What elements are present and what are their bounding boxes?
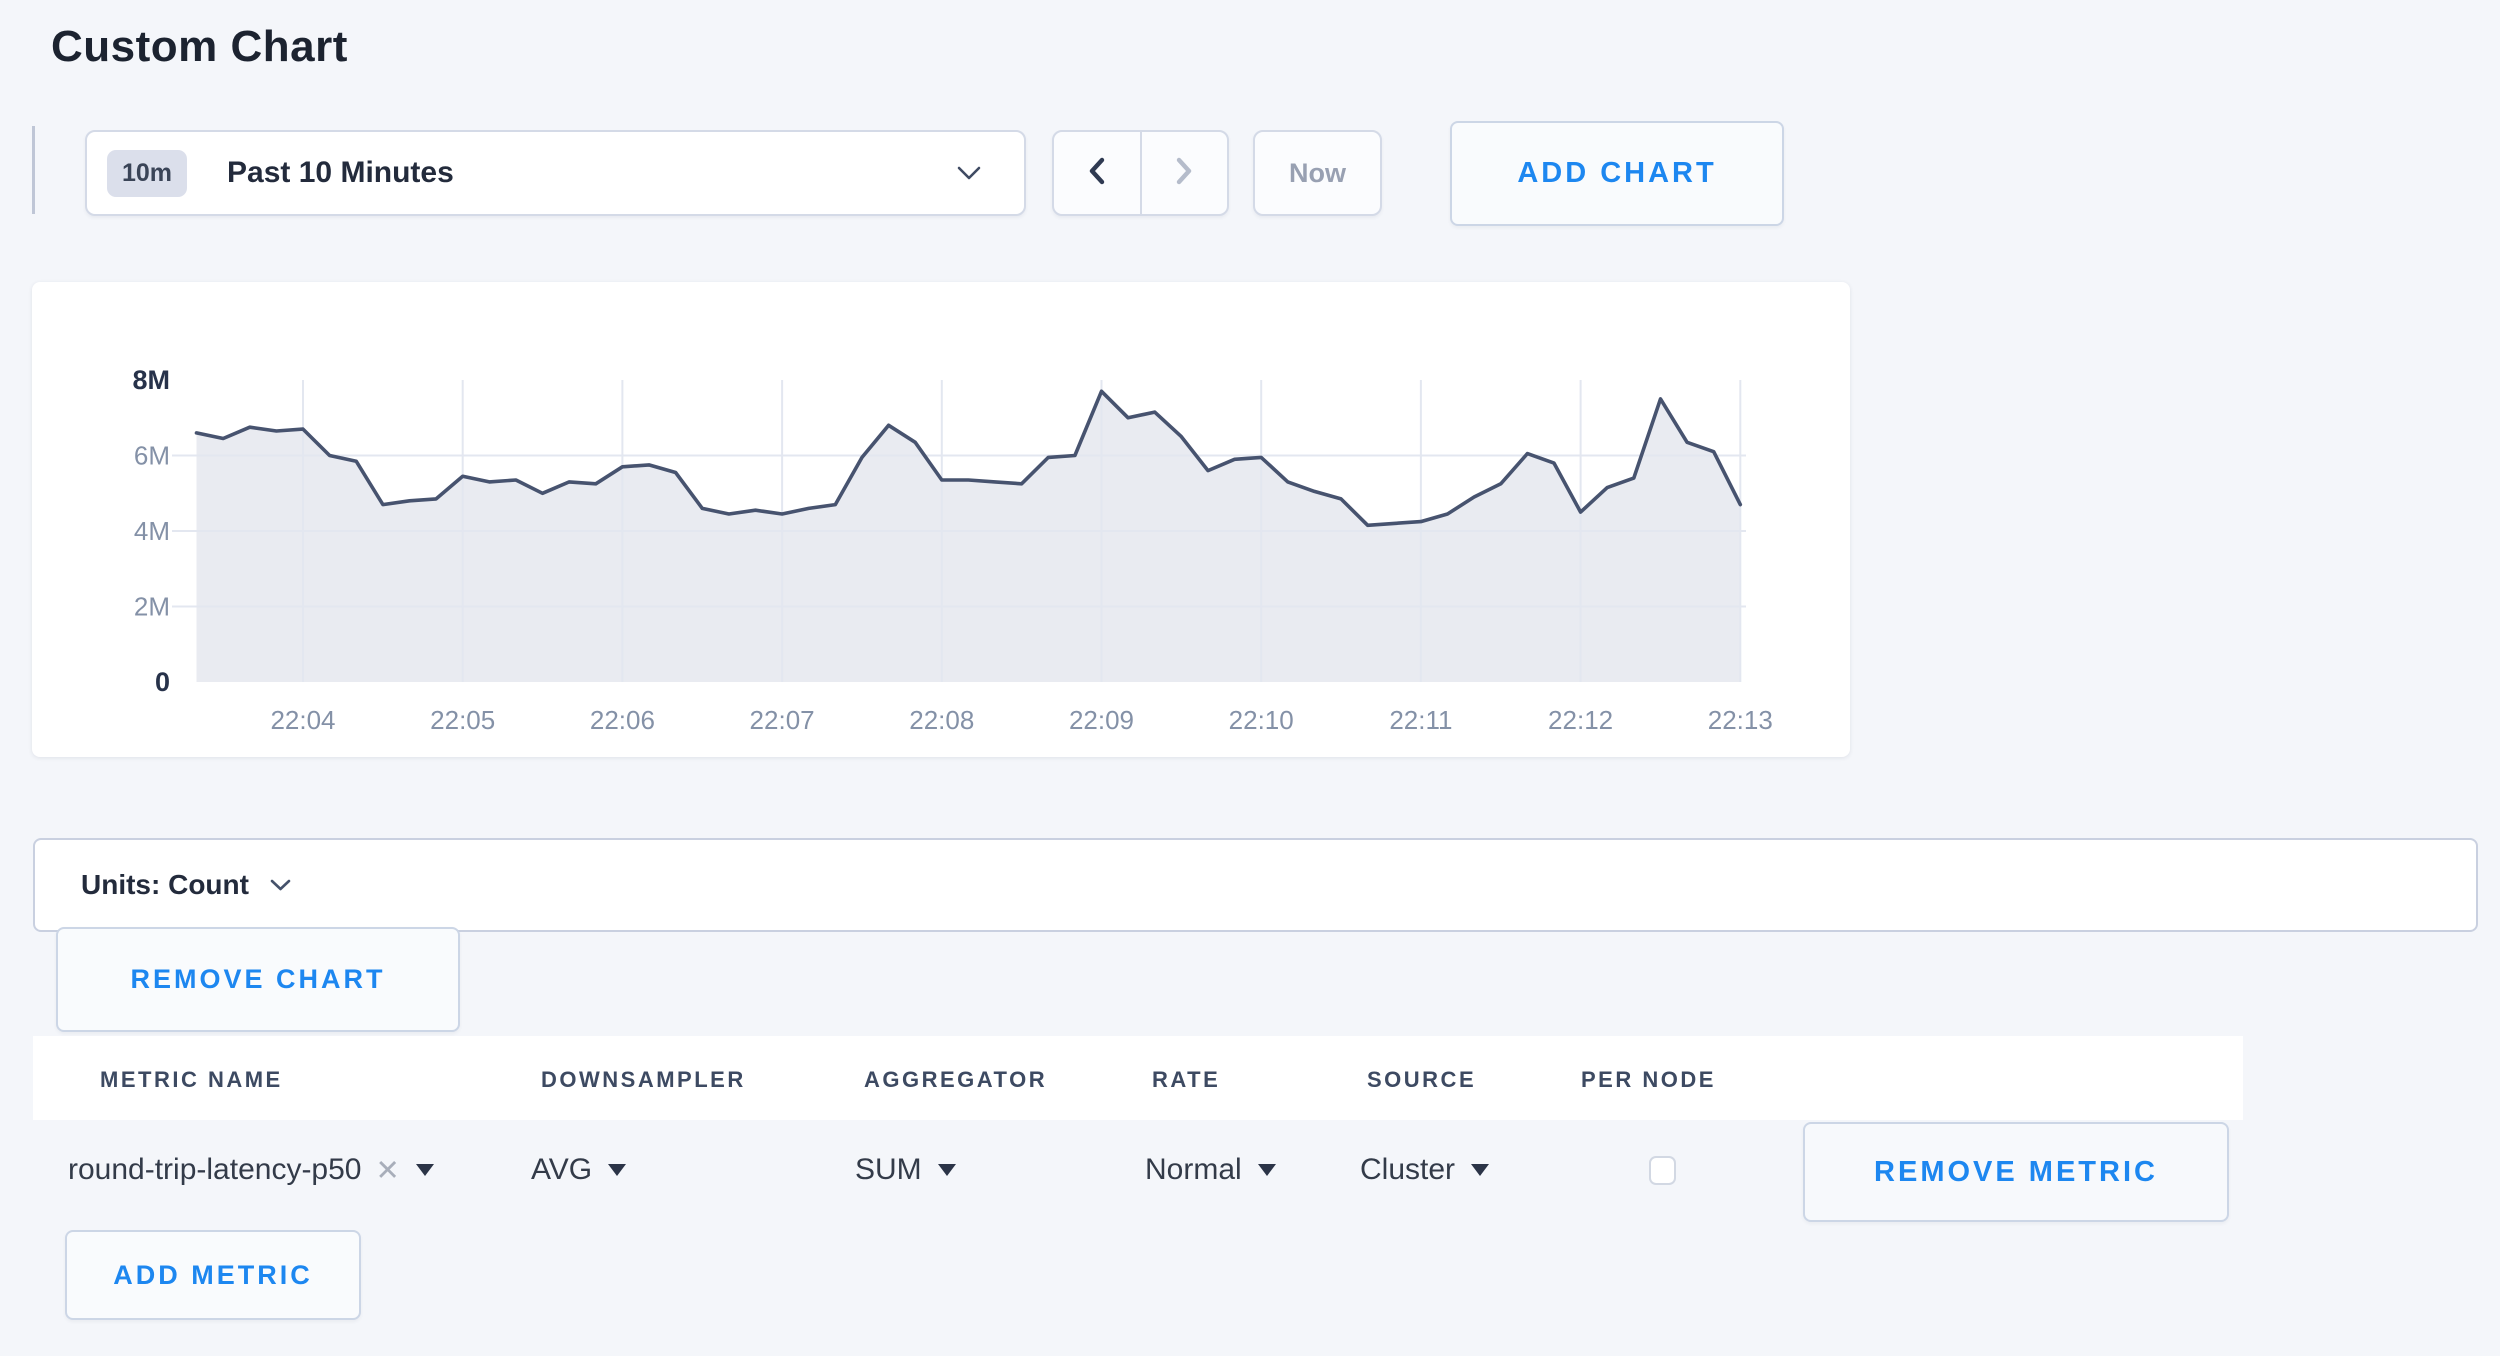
rate-dropdown[interactable]: Normal bbox=[1145, 1120, 1276, 1220]
remove-metric-button[interactable]: REMOVE METRIC bbox=[1803, 1122, 2229, 1222]
aggregator-value: SUM bbox=[855, 1153, 922, 1187]
svg-text:22:07: 22:07 bbox=[750, 705, 815, 735]
svg-text:22:04: 22:04 bbox=[270, 705, 335, 735]
svg-text:6M: 6M bbox=[134, 441, 170, 471]
chevron-down-icon bbox=[956, 165, 982, 182]
metric-name-dropdown[interactable]: round-trip-latency-p50 ✕ bbox=[68, 1120, 434, 1220]
metric-table-header: METRIC NAME DOWNSAMPLER AGGREGATOR RATE … bbox=[33, 1036, 2243, 1120]
units-dropdown[interactable]: Units: Count bbox=[33, 838, 2478, 932]
remove-chart-button[interactable]: REMOVE CHART bbox=[56, 927, 460, 1032]
time-range-stepper bbox=[1052, 130, 1229, 216]
svg-text:22:08: 22:08 bbox=[909, 705, 974, 735]
downsampler-dropdown[interactable]: AVG bbox=[531, 1120, 626, 1220]
caret-down-icon bbox=[1471, 1164, 1489, 1176]
metric-chart-card: 22:04 22:05 22:06 22:07 22:08 22:09 22:10 22:11… bbox=[32, 282, 1850, 757]
svg-text:8M: 8M bbox=[132, 365, 170, 395]
source-dropdown[interactable]: Cluster bbox=[1360, 1120, 1489, 1220]
column-header-aggregator: AGGREGATOR bbox=[864, 1067, 1047, 1093]
column-header-rate: RATE bbox=[1152, 1067, 1220, 1093]
close-icon[interactable]: ✕ bbox=[375, 1153, 399, 1188]
units-label: Units: Count bbox=[81, 869, 249, 901]
now-button[interactable]: Now bbox=[1253, 130, 1382, 216]
caret-down-icon bbox=[938, 1164, 956, 1176]
caret-down-icon bbox=[1258, 1164, 1276, 1176]
toolbar-accent-rule bbox=[32, 126, 35, 214]
metric-table-row: round-trip-latency-p50 ✕ AVG SUM Normal … bbox=[33, 1120, 2500, 1220]
time-window-badge: 10m bbox=[107, 150, 187, 197]
caret-down-icon bbox=[416, 1164, 434, 1176]
caret-down-icon bbox=[608, 1164, 626, 1176]
downsampler-value: AVG bbox=[531, 1153, 592, 1187]
page-title: Custom Chart bbox=[51, 22, 348, 72]
svg-text:22:12: 22:12 bbox=[1548, 705, 1613, 735]
prev-range-button[interactable] bbox=[1054, 132, 1140, 214]
chevron-right-icon bbox=[1172, 155, 1196, 192]
column-header-source: SOURCE bbox=[1367, 1067, 1476, 1093]
svg-text:0: 0 bbox=[155, 667, 170, 697]
column-header-per-node: PER NODE bbox=[1581, 1067, 1716, 1093]
metric-area-chart[interactable]: 22:04 22:05 22:06 22:07 22:08 22:09 22:10 22:11… bbox=[32, 282, 1850, 757]
add-chart-button[interactable]: ADD CHART bbox=[1450, 121, 1784, 226]
chevron-left-icon bbox=[1085, 155, 1109, 192]
aggregator-dropdown[interactable]: SUM bbox=[855, 1120, 956, 1220]
per-node-checkbox[interactable] bbox=[1649, 1156, 1676, 1185]
column-header-metric-name: METRIC NAME bbox=[100, 1067, 283, 1093]
svg-text:22:09: 22:09 bbox=[1069, 705, 1134, 735]
chevron-down-icon bbox=[269, 878, 292, 893]
svg-text:2M: 2M bbox=[134, 592, 170, 622]
svg-text:22:05: 22:05 bbox=[430, 705, 495, 735]
svg-text:22:06: 22:06 bbox=[590, 705, 655, 735]
svg-text:22:11: 22:11 bbox=[1389, 705, 1452, 735]
next-range-button[interactable] bbox=[1142, 132, 1228, 214]
time-window-label: Past 10 Minutes bbox=[227, 156, 454, 190]
column-header-downsampler: DOWNSAMPLER bbox=[541, 1067, 746, 1093]
metric-name-value: round-trip-latency-p50 bbox=[68, 1153, 361, 1187]
time-range-dropdown[interactable]: 10m Past 10 Minutes bbox=[85, 130, 1026, 216]
rate-value: Normal bbox=[1145, 1153, 1242, 1187]
source-value: Cluster bbox=[1360, 1153, 1455, 1187]
svg-text:22:10: 22:10 bbox=[1229, 705, 1294, 735]
add-metric-button[interactable]: ADD METRIC bbox=[65, 1230, 361, 1320]
svg-text:4M: 4M bbox=[134, 516, 170, 546]
svg-text:22:13: 22:13 bbox=[1708, 705, 1773, 735]
